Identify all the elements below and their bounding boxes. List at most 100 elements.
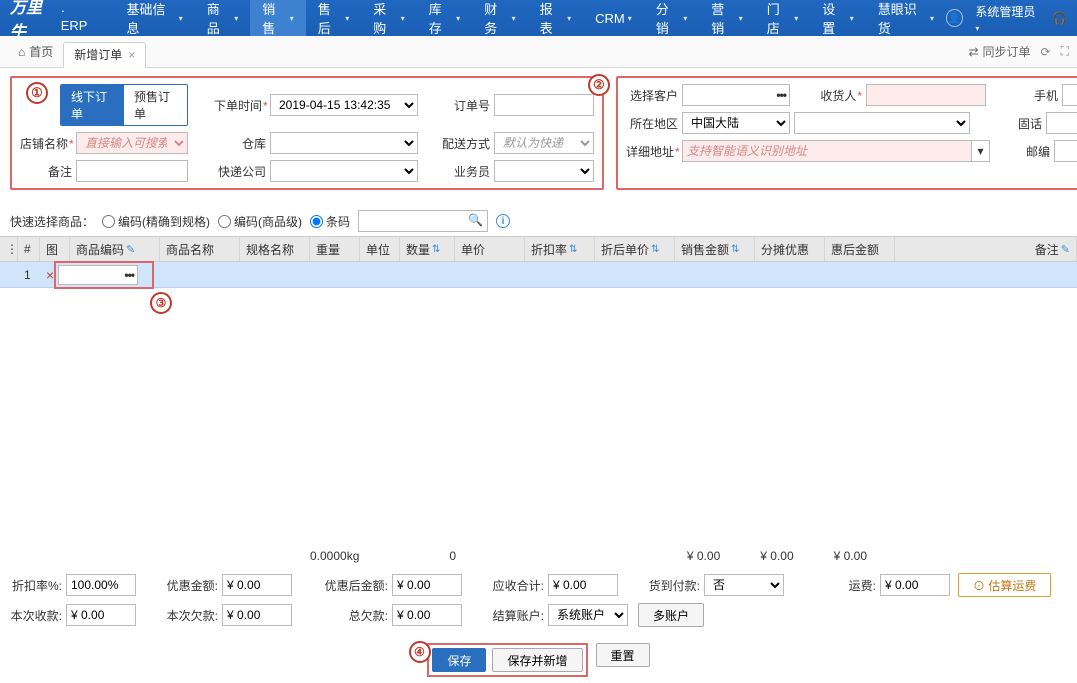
region-country-select[interactable]: 中国大陆 xyxy=(682,112,790,134)
marker-1: ① xyxy=(26,82,48,104)
tel-input[interactable] xyxy=(1046,112,1077,134)
customer-input[interactable] xyxy=(682,84,790,106)
order-basic-fieldset: ① 线下订单 预售订单 下单时间 2019-04-15 13:42:35 订单号 xyxy=(10,76,604,190)
nav-inventory[interactable]: 库存▾ xyxy=(417,0,472,36)
tel-label: 固话 xyxy=(990,115,1046,132)
user-name[interactable]: 系统管理员 ▾ xyxy=(975,3,1040,34)
cod-label: 货到付款: xyxy=(648,577,704,594)
sync-orders-button[interactable]: ⇄同步订单 xyxy=(968,43,1030,60)
order-type-toggle[interactable]: 线下订单 预售订单 xyxy=(60,84,188,126)
col-sale-amt[interactable]: 销售金额⇅ xyxy=(675,237,755,261)
col-name: 商品名称 xyxy=(160,237,240,261)
express-company-select[interactable] xyxy=(270,160,418,182)
receivable-input[interactable] xyxy=(548,574,618,596)
col-remark[interactable]: 备注✎ xyxy=(895,237,1077,261)
total-owe-label: 总欠款: xyxy=(322,607,392,624)
nav-store[interactable]: 门店▾ xyxy=(755,0,810,36)
region-sub-select[interactable] xyxy=(794,112,970,134)
nav-purchase[interactable]: 采购▾ xyxy=(361,0,416,36)
nav-sales[interactable]: 销售▾ xyxy=(250,0,305,36)
ship-method-select[interactable]: 默认为快递 xyxy=(494,132,594,154)
nav-crm[interactable]: CRM▾ xyxy=(583,0,644,36)
tab-new-order[interactable]: 新增订单× xyxy=(63,42,146,68)
ship-method-label: 配送方式 xyxy=(438,135,494,152)
nav-marketing[interactable]: 营销▾ xyxy=(699,0,754,36)
nav-settings[interactable]: 设置▾ xyxy=(810,0,865,36)
discount-rate-input[interactable] xyxy=(66,574,136,596)
nav-report[interactable]: 报表▾ xyxy=(528,0,583,36)
remove-row-icon[interactable]: × xyxy=(46,267,54,283)
fullscreen-icon[interactable]: ⛶ xyxy=(1061,44,1069,59)
radio-barcode[interactable]: 条码 xyxy=(310,213,350,230)
radio-code-sku[interactable]: 编码(精确到规格) xyxy=(102,213,210,230)
nav-product[interactable]: 商品▾ xyxy=(195,0,250,36)
freight-input[interactable] xyxy=(880,574,950,596)
this-owe-input[interactable] xyxy=(222,604,292,626)
customer-fieldset: ② 选择客户 ••• 收货人 手机 所在地区 中国大陆 xyxy=(616,76,1077,190)
settle-acct-label: 结算账户: xyxy=(492,607,548,624)
total-owe-input[interactable] xyxy=(392,604,462,626)
col-spec: 规格名称 xyxy=(240,237,310,261)
customer-picker-icon[interactable]: ••• xyxy=(776,88,786,102)
col-after-price[interactable]: 折后单价⇅ xyxy=(595,237,675,261)
discount-rate-label: 折扣率%: xyxy=(10,577,66,594)
shop-select[interactable]: 直接输入可搜索 xyxy=(76,132,188,154)
address-input[interactable] xyxy=(682,140,972,162)
user-avatar-icon[interactable]: 👤 xyxy=(946,9,963,27)
totals-row: 0.0000kg 0 ¥ 0.00 ¥ 0.00 ¥ 0.00 xyxy=(0,542,1077,569)
col-code[interactable]: 商品编码✎ xyxy=(70,237,160,261)
edit-icon: ✎ xyxy=(126,243,135,256)
save-group: ④ 保存 保存并新增 重置 xyxy=(0,637,1077,683)
save-button[interactable]: 保存 xyxy=(432,648,486,672)
consignee-input[interactable] xyxy=(866,84,986,106)
order-no-input[interactable] xyxy=(494,94,594,116)
quick-select-label: 快速选择商品： xyxy=(10,213,94,230)
info-icon[interactable]: i xyxy=(496,214,510,228)
nav-aftersales[interactable]: 售后▾ xyxy=(306,0,361,36)
mobile-label: 手机 xyxy=(1006,87,1062,104)
consignee-label: 收货人 xyxy=(810,87,866,104)
col-discount[interactable]: 折扣率⇅ xyxy=(525,237,595,261)
postcode-input[interactable] xyxy=(1054,140,1077,162)
nav-basic[interactable]: 基础信息▾ xyxy=(115,0,195,36)
discount-amt-input[interactable] xyxy=(222,574,292,596)
save-and-add-button[interactable]: 保存并新增 xyxy=(492,648,582,672)
remark-input[interactable] xyxy=(76,160,188,182)
postcode-label: 邮编 xyxy=(998,143,1054,160)
tab-home[interactable]: ⌂首页 xyxy=(8,39,63,65)
nav-finance[interactable]: 财务▾ xyxy=(472,0,527,36)
toggle-presale[interactable]: 预售订单 xyxy=(124,85,187,125)
salesman-select[interactable] xyxy=(494,160,594,182)
multi-account-button[interactable]: 多账户 xyxy=(638,603,704,627)
mobile-input[interactable] xyxy=(1062,84,1077,106)
toggle-offline[interactable]: 线下订单 xyxy=(61,85,124,125)
this-receipt-input[interactable] xyxy=(66,604,136,626)
col-qty[interactable]: 数量⇅ xyxy=(400,237,455,261)
nav-huiyan[interactable]: 慧眼识货▾ xyxy=(866,0,946,36)
close-icon[interactable]: × xyxy=(128,48,135,62)
address-dropdown-icon[interactable]: ▾ xyxy=(972,140,990,162)
col-index: # xyxy=(18,237,40,261)
marker-2: ② xyxy=(588,74,610,96)
order-time-select[interactable]: 2019-04-15 13:42:35 xyxy=(270,94,418,116)
reset-button[interactable]: 重置 xyxy=(596,643,650,667)
row-code-picker-icon[interactable]: ••• xyxy=(124,268,134,282)
estimate-freight-button[interactable]: 估算运费 xyxy=(958,573,1051,597)
radio-code-product[interactable]: 编码(商品级) xyxy=(218,213,302,230)
col-unit: 单位 xyxy=(360,237,400,261)
nav-distribution[interactable]: 分销▾ xyxy=(644,0,699,36)
cod-select[interactable]: 否 xyxy=(704,574,784,596)
warehouse-select[interactable] xyxy=(270,132,418,154)
marker-4: ④ xyxy=(409,641,431,663)
search-icon[interactable]: 🔍 xyxy=(468,213,483,227)
col-handle[interactable]: ⋮ xyxy=(0,237,18,261)
after-discount-input[interactable] xyxy=(392,574,462,596)
main-nav: 基础信息▾ 商品▾ 销售▾ 售后▾ 采购▾ 库存▾ 财务▾ 报表▾ CRM▾ 分… xyxy=(115,0,946,36)
support-icon[interactable]: 🎧 xyxy=(1052,11,1067,25)
receivable-label: 应收合计: xyxy=(492,577,548,594)
refresh-icon[interactable]: ⟳ xyxy=(1041,45,1051,59)
logo: 万里牛 xyxy=(10,0,57,42)
table-row[interactable]: 1 × ••• xyxy=(0,262,1077,288)
settle-acct-select[interactable]: 系统账户 xyxy=(548,604,628,626)
edit-icon: ✎ xyxy=(1061,243,1070,256)
